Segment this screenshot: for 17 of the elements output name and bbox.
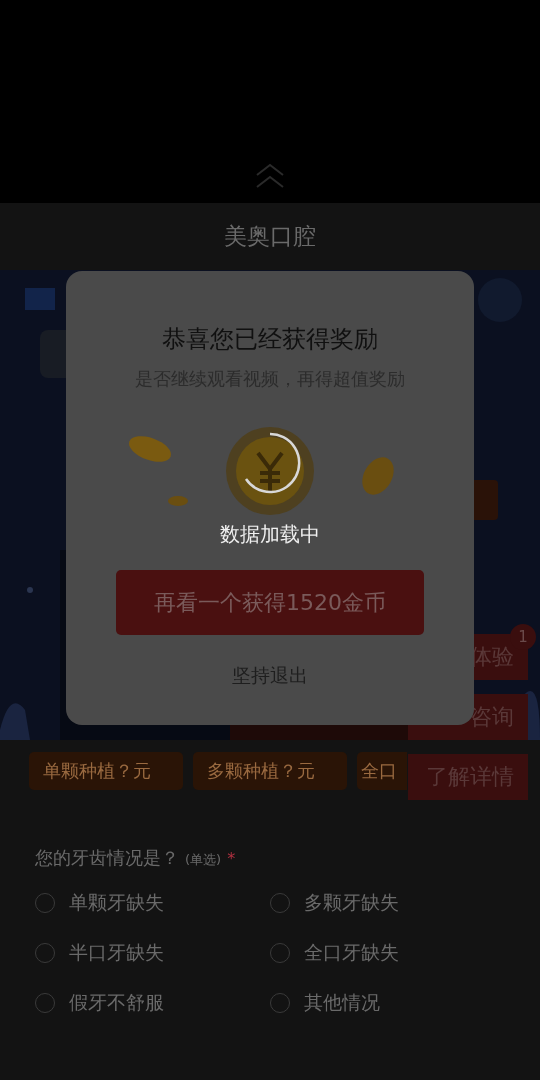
- loading-text: 数据加载中: [220, 521, 320, 548]
- price-button[interactable]: 全口: [357, 752, 407, 790]
- option-label[interactable]: 其他情况: [304, 990, 380, 1016]
- question-hint: (单选): [185, 851, 222, 869]
- question-title: 您的牙齿情况是？: [35, 846, 179, 870]
- option-label[interactable]: 单颗牙缺失: [69, 890, 164, 916]
- collapse-icon[interactable]: [255, 163, 285, 189]
- required-mark: *: [227, 849, 236, 868]
- option-label[interactable]: 假牙不舒服: [69, 990, 164, 1016]
- price-button[interactable]: 多颗种植？元: [193, 752, 347, 790]
- option-label[interactable]: 半口牙缺失: [69, 940, 164, 966]
- option-label[interactable]: 全口牙缺失: [304, 940, 399, 966]
- page-title: 美奥口腔: [224, 222, 316, 251]
- option-label[interactable]: 多颗牙缺失: [304, 890, 399, 916]
- price-button[interactable]: 单颗种植？元: [29, 752, 183, 790]
- dialog-title: 恭喜您已经获得奖励: [162, 324, 378, 355]
- watch-again-button[interactable]: 再看一个获得1520金币: [116, 570, 424, 635]
